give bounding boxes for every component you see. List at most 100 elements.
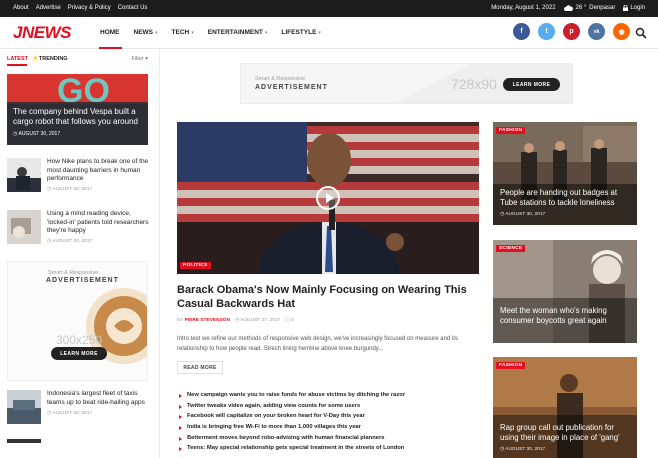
pinterest-icon[interactable]: p (563, 23, 580, 40)
twitter-icon[interactable]: t (538, 23, 555, 40)
category-badge[interactable]: FASHION (496, 362, 526, 369)
site-logo[interactable]: JNEWS (13, 23, 71, 43)
main-nav: HOME NEWS ▾ TECH ▾ ENTERTAINMENT ▾ LIFESTYL… (99, 29, 335, 49)
weather-temp: 26 ° (575, 5, 587, 11)
filter-dropdown[interactable]: Filter ▾ (131, 56, 148, 62)
right-post-card[interactable]: SCIENCE Meet the woman who's making cons… (493, 240, 637, 343)
site-header: JNEWS HOME NEWS ▾ TECH ▾ ENTERTAINMENT ▾ LI… (0, 17, 658, 49)
headline-item[interactable]: India is bringing free Wi-Fi to more tha… (177, 424, 479, 435)
top-nav-advertise[interactable]: Advertise (36, 5, 61, 11)
left-sidebar: LATEST ⚡TRENDING Filter ▾ GO The company… (0, 49, 160, 458)
post-date-text: AUGUST 30, 2017 (52, 411, 93, 416)
top-bar: About Advertise Privacy & Policy Contact… (0, 0, 658, 17)
featured-post-title[interactable]: Barack Obama's Now Mainly Focusing on We… (177, 283, 477, 311)
post-title[interactable]: How Nike plans to break one of the most … (47, 158, 152, 184)
post-title[interactable]: Indonesia's largest fleet of taxis teams… (47, 390, 152, 407)
post-title[interactable]: Meet the woman who's making consumer boy… (500, 306, 634, 326)
nav-item-tech[interactable]: TECH ▾ (172, 29, 194, 49)
latest-trending-tabs: LATEST ⚡TRENDING Filter ▾ (7, 56, 148, 66)
headline-item[interactable]: New campaign wants you to raise funds fo… (177, 392, 479, 403)
top-bar-right: Monday, August 1, 2022 26 ° Denpasar Log… (491, 5, 645, 11)
rss-icon[interactable]: ◉ (613, 23, 630, 40)
bolt-icon: ⚡ (32, 56, 39, 62)
category-badge[interactable]: FASHION (496, 127, 526, 134)
chevron-down-icon: ▾ (155, 30, 158, 36)
clock-icon: ◷ (13, 131, 18, 137)
top-nav-about[interactable]: About (13, 5, 29, 11)
next-post-thumbnail (7, 439, 41, 443)
ad-size: 728x90 (451, 76, 497, 92)
nav-item-news[interactable]: NEWS ▾ (134, 29, 158, 49)
chevron-down-icon: ▾ (145, 56, 148, 62)
post-excerpt: Intro text we refine our methods of resp… (177, 336, 458, 352)
headline-item[interactable]: Teens: May special relationship gets spe… (177, 445, 479, 456)
tab-latest[interactable]: LATEST (7, 56, 28, 62)
nav-label-news: NEWS (133, 29, 154, 36)
list-item[interactable]: How Nike plans to break one of the most … (7, 158, 148, 196)
nav-item-home[interactable]: HOME (99, 29, 121, 49)
chevron-down-icon: ▾ (318, 30, 321, 36)
post-image (493, 122, 637, 225)
cloud-icon (563, 5, 573, 11)
headline-item[interactable]: Betterment moves beyond robo-advising wi… (177, 435, 479, 446)
ad-heading: ADVERTISEMENT (46, 277, 119, 284)
comment-count-text: 0 (291, 318, 294, 323)
category-badge[interactable]: SCIENCE (496, 245, 526, 252)
ad-heading: ADVERTISEMENT (255, 84, 328, 91)
right-post-card[interactable]: FASHION People are handing out badges at… (493, 122, 637, 225)
featured-post-date: ◷ AUGUST 30, 2017 (13, 131, 60, 137)
play-button[interactable] (316, 186, 340, 210)
post-date: ◷ AUGUST 30, 2017 (47, 411, 92, 416)
chevron-down-icon: ▾ (264, 30, 268, 36)
headline-item[interactable]: Facebook will capitalize on your broken … (177, 413, 479, 424)
featured-post-card[interactable]: GO The company behind Vespa built a carg… (7, 74, 148, 145)
login-label: Login (630, 5, 645, 11)
featured-video-thumbnail[interactable]: POLITICS (177, 122, 479, 274)
sidebar-ad-300x250[interactable]: Smart & Responsive ADVERTISEMENT 300x250… (7, 261, 148, 381)
login-link[interactable]: Login (623, 5, 645, 11)
post-date-text: AUGUST 30, 2017 (52, 239, 93, 244)
nav-label-entertainment: ENTERTAINMENT (207, 29, 263, 36)
category-badge[interactable]: POLITICS (180, 262, 211, 269)
headline-item[interactable]: Twitter tweaks video again, adding view … (177, 403, 479, 414)
nav-item-entertainment[interactable]: ENTERTAINMENT ▾ (208, 29, 268, 49)
list-item[interactable]: Indonesia's largest fleet of taxis teams… (7, 390, 148, 428)
featured-date-text: AUGUST 30, 2017 (18, 131, 61, 137)
comment-count[interactable]: ▢ 0 (285, 318, 294, 323)
post-title[interactable]: Rap group call out publication for using… (500, 423, 634, 443)
nav-item-lifestyle[interactable]: LIFESTYLE ▾ (281, 29, 321, 49)
read-more-button[interactable]: READ MORE (177, 361, 223, 374)
facebook-icon[interactable]: f (513, 23, 530, 40)
ad-size: 300x250 (56, 333, 103, 347)
ad-learn-more-button[interactable]: LEARN MORE (503, 78, 560, 91)
top-nav-contact[interactable]: Contact Us (118, 5, 148, 11)
weather-widget[interactable]: 26 ° Denpasar (563, 5, 616, 11)
ad-tagline: Smart & Responsive (48, 270, 99, 276)
vk-icon[interactable]: vk (588, 23, 605, 40)
clock-icon: ◷ (500, 447, 505, 452)
right-post-card[interactable]: FASHION Rap group call out publication f… (493, 357, 637, 458)
clock-icon: ◷ (500, 212, 505, 217)
post-thumbnail (7, 390, 41, 424)
ad-learn-more-button[interactable]: LEARN MORE (51, 347, 107, 360)
tab-trending[interactable]: ⚡TRENDING (32, 56, 68, 62)
top-banner-ad-728x90[interactable]: Smart & Responsive ADVERTISEMENT 728x90 … (240, 63, 573, 104)
list-item[interactable]: Using a mind reading device, 'locked-in'… (7, 210, 148, 248)
weather-city: Denpasar (589, 5, 616, 11)
headline-list: New campaign wants you to raise funds fo… (177, 392, 479, 456)
post-title[interactable]: People are handing out badges at Tube st… (500, 188, 634, 208)
filter-label: Filter (131, 56, 144, 62)
search-icon[interactable] (635, 27, 647, 39)
post-date: ◷ AUGUST 30, 2017 (47, 187, 92, 192)
post-title[interactable]: Using a mind reading device, 'locked-in'… (47, 210, 152, 236)
post-thumbnail (7, 210, 41, 244)
top-nav-privacy[interactable]: Privacy & Policy (68, 5, 111, 11)
nav-label-home: HOME (100, 29, 120, 36)
post-date-text: AUGUST 27, 2017 (240, 318, 281, 323)
top-nav: About Advertise Privacy & Policy Contact… (13, 5, 147, 11)
clock-icon: ◷ (47, 239, 52, 244)
social-links: f t p vk ◉ (513, 23, 630, 40)
author-name[interactable]: PIERE STEVENSON (185, 318, 230, 323)
featured-post-title[interactable]: The company behind Vespa built a cargo r… (13, 107, 143, 127)
clock-icon: ◷ (47, 411, 52, 416)
